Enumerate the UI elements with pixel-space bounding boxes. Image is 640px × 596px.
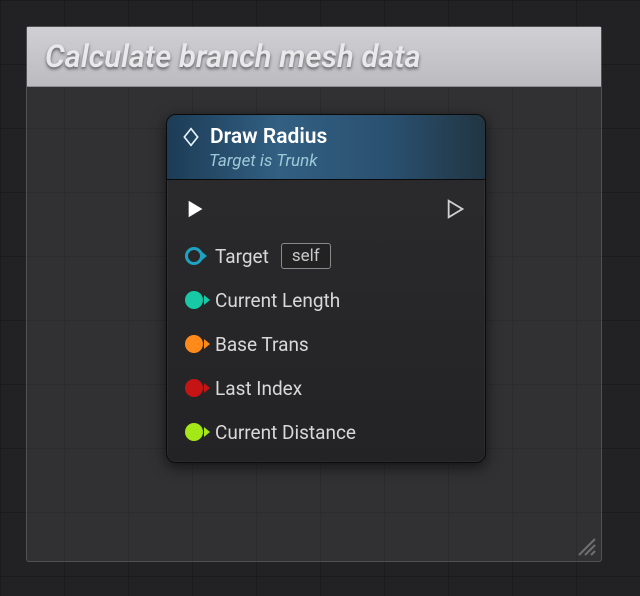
function-icon <box>181 127 201 147</box>
pin-target[interactable]: Target self <box>185 244 467 268</box>
pin-last-index[interactable]: Last Index <box>185 376 467 400</box>
pin-current-length[interactable]: Current Length <box>185 288 467 312</box>
node-header[interactable]: Draw Radius Target is Trunk <box>167 115 485 180</box>
comment-title[interactable]: Calculate branch mesh data <box>27 27 601 87</box>
resize-handle-icon[interactable] <box>573 533 597 557</box>
pin-label-current-distance: Current Distance <box>215 421 356 444</box>
pin-dot-last-index[interactable] <box>185 379 203 397</box>
pin-dot-base-trans[interactable] <box>185 335 203 353</box>
pin-label-last-index: Last Index <box>215 377 302 400</box>
exec-out-pin[interactable] <box>445 198 467 220</box>
node-subtitle: Target is Trunk <box>209 151 471 171</box>
exec-in-pin[interactable] <box>185 198 207 220</box>
node-title: Draw Radius <box>210 125 327 149</box>
pin-dot-current-distance[interactable] <box>185 423 203 441</box>
pin-label-base-trans: Base Trans <box>215 333 309 356</box>
pin-label-current-length: Current Length <box>215 289 340 312</box>
pin-label-target: Target <box>215 245 269 268</box>
pin-current-distance[interactable]: Current Distance <box>185 420 467 444</box>
pin-dot-target[interactable] <box>185 247 203 265</box>
comment-title-text: Calculate branch mesh data <box>45 38 421 75</box>
node-body: Target self Current Length Base Trans La… <box>167 180 485 462</box>
pin-base-trans[interactable]: Base Trans <box>185 332 467 356</box>
pin-dot-current-length[interactable] <box>185 291 203 309</box>
self-default[interactable]: self <box>281 243 331 269</box>
function-node[interactable]: Draw Radius Target is Trunk Target self … <box>166 114 486 463</box>
